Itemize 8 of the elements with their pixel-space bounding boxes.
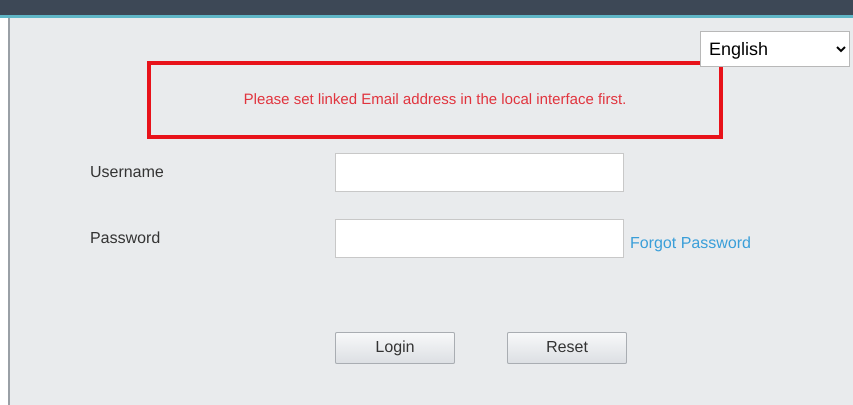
field-label: Password (90, 228, 162, 248)
field-label: Username (90, 162, 165, 182)
input-field[interactable] (335, 153, 624, 192)
notice-message: Please set linked Email address in the local interface first. (244, 90, 626, 110)
form-button[interactable]: Login (335, 332, 455, 364)
form-button[interactable]: Reset (507, 332, 627, 364)
language-select[interactable]: English (700, 31, 850, 67)
input-field[interactable] (335, 219, 624, 258)
